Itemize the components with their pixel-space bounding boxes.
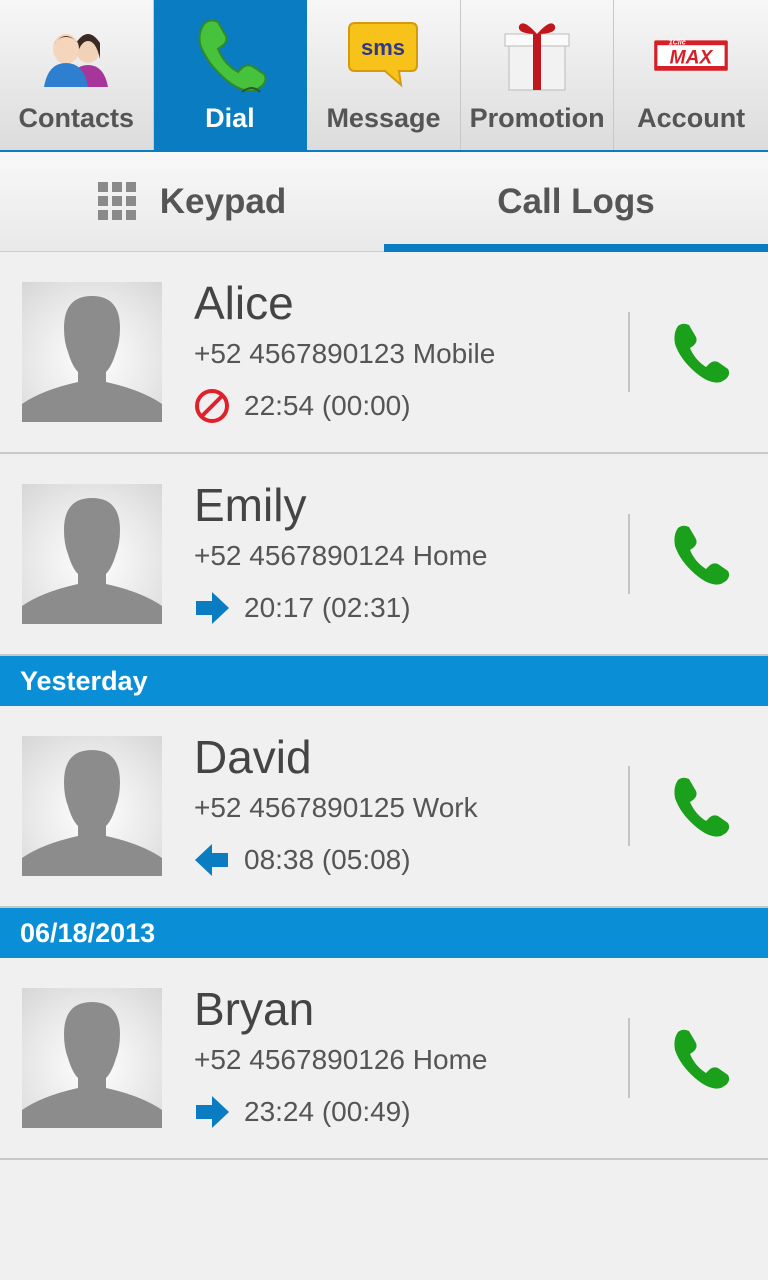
contact-number: +52 4567890125 Work [194,792,478,823]
contact-number: +52 4567890126 Home [194,1044,488,1075]
sub-tabs: Keypad Call Logs [0,152,768,252]
row-divider [628,1018,630,1098]
row-divider [628,766,630,846]
call-time: 20:17 (02:31) [244,592,411,623]
avatar [22,988,162,1128]
avatar [22,736,162,876]
call-info: 20:17 (02:31) [194,588,411,628]
outgoing-call-icon [194,590,230,626]
contact-name: Emily [194,479,307,531]
call-log-row[interactable]: David +52 4567890125 Work 08:38 (05:08) [0,706,768,908]
keypad-grid-icon [97,182,138,222]
call-time: 08:38 (05:08) [244,844,411,875]
contact-name: David [194,731,312,783]
tab-call-logs[interactable]: Call Logs [384,152,768,252]
call-button[interactable] [664,520,736,592]
nav-item-account[interactable]: 1Clic MAX Account [614,0,768,150]
nav-label-promotion: Promotion [469,103,605,133]
contacts-icon [36,14,116,94]
call-time: 22:54 (00:00) [244,390,411,421]
row-divider [628,312,630,392]
contact-number: +52 4567890123 Mobile [194,338,496,369]
account-logo-text: MAX [670,48,714,69]
phone-call-icon [668,774,732,843]
missed-call-icon [194,388,230,424]
call-button[interactable] [664,1024,736,1096]
account-logo-small-text: 1Clic [669,37,686,46]
app-root: Contacts Dial sms Message Promotion 1Cli… [0,0,768,1280]
call-time: 23:24 (00:49) [244,1096,411,1127]
outgoing-call-icon [194,1094,230,1130]
avatar [22,282,162,422]
nav-label-message: Message [326,103,441,133]
tab-keypad-label: Keypad [159,182,287,221]
nav-item-message[interactable]: sms Message [307,0,461,150]
call-info: 22:54 (00:00) [194,386,411,426]
nav-item-contacts[interactable]: Contacts [0,0,154,150]
call-button[interactable] [664,318,736,390]
phone-call-icon [668,1026,732,1095]
call-info: 23:24 (00:49) [194,1092,411,1132]
nav-label-dial: Dial [205,103,255,133]
sms-icon: sms [343,14,423,94]
tab-call-logs-label: Call Logs [497,182,655,221]
call-button[interactable] [664,772,736,844]
call-log-list: Alice +52 4567890123 Mobile 22:54 (00:00) E… [0,252,768,1160]
contact-name: Bryan [194,983,315,1035]
incoming-call-icon [194,842,230,878]
gift-icon [497,14,577,94]
contact-name: Alice [194,277,294,329]
nav-label-account: Account [637,103,746,133]
phone-call-icon [668,320,732,389]
phone-call-icon [668,522,732,591]
nav-item-dial[interactable]: Dial [153,0,308,150]
avatar [22,484,162,624]
sms-icon-text: sms [361,35,405,60]
nav-item-promotion[interactable]: Promotion [461,0,615,150]
row-divider [628,514,630,594]
phone-icon [190,14,270,94]
call-log-row[interactable]: Alice +52 4567890123 Mobile 22:54 (00:00) [0,252,768,454]
section-header: Yesterday [0,656,768,706]
nav-label-contacts: Contacts [18,103,135,133]
call-log-row[interactable]: Bryan +52 4567890126 Home 23:24 (00:49) [0,958,768,1160]
tab-keypad[interactable]: Keypad [0,152,384,252]
section-header: 06/18/2013 [0,908,768,958]
max-logo-icon: 1Clic MAX [651,14,731,94]
call-info: 08:38 (05:08) [194,840,411,880]
top-navigation: Contacts Dial sms Message Promotion 1Cli… [0,0,768,152]
call-log-row[interactable]: Emily +52 4567890124 Home 20:17 (02:31) [0,454,768,656]
contact-number: +52 4567890124 Home [194,540,488,571]
